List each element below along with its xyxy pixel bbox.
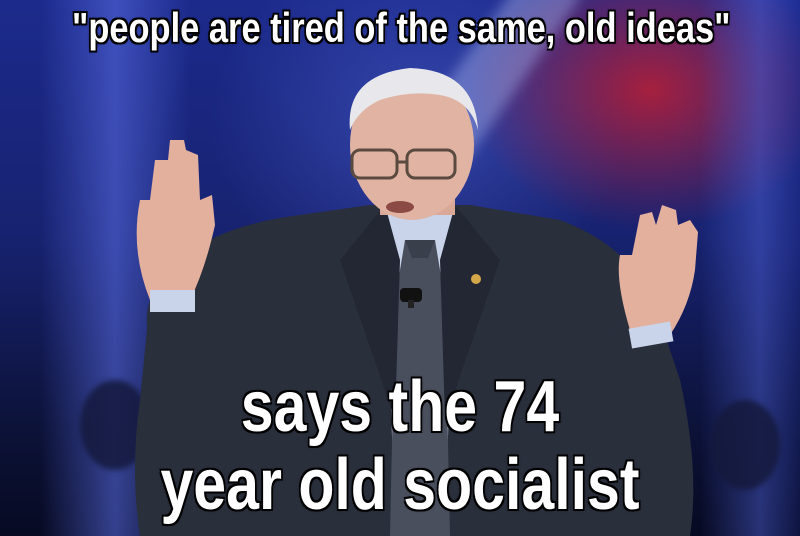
meme-image: "people are tired of the same, old ideas… [0, 0, 800, 536]
bottom-caption-line-1: says the 74 [240, 367, 560, 447]
top-caption: "people are tired of the same, old ideas… [72, 4, 731, 51]
lapel-pin-icon [471, 274, 481, 284]
bottom-caption: says the 74 year old socialist [72, 368, 728, 524]
bottom-caption-line-2: year old socialist [160, 445, 640, 525]
mouth [386, 201, 414, 213]
hand-raised-right-icon [618, 205, 698, 335]
